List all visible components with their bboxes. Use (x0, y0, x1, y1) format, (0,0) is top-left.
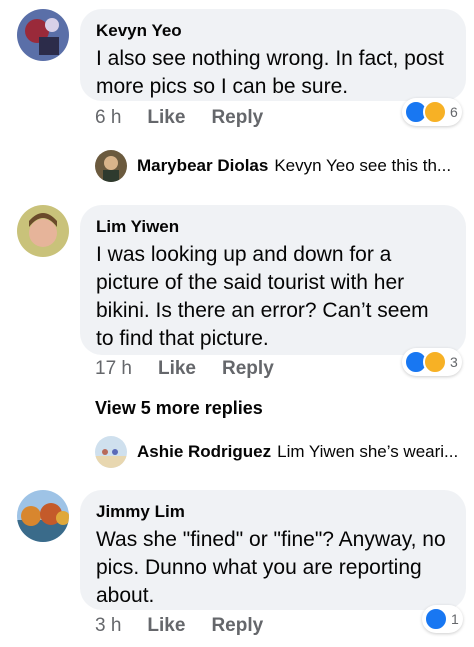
reactions-summary[interactable]: 1 (422, 605, 463, 633)
comment-text: Was she "fined" or "fine"? Anyway, no pi… (96, 528, 446, 607)
comment-actions: 6 h Like Reply (95, 107, 263, 129)
reaction-count: 1 (451, 611, 459, 627)
haha-icon (423, 350, 447, 374)
haha-icon (423, 100, 447, 124)
comment-actions: 3 h Like Reply (95, 615, 263, 637)
reaction-count: 3 (450, 354, 458, 370)
reactions-summary[interactable]: 6 (402, 98, 462, 126)
comment-author[interactable]: Jimmy Lim (96, 502, 448, 522)
reply-preview[interactable]: Ashie Rodriguez Lim Yiwen she’s weari... (95, 436, 458, 468)
reply-author[interactable]: Ashie Rodriguez (137, 442, 271, 462)
comment-text: I was looking up and down for a picture … (96, 243, 429, 350)
comment-bubble: Kevyn Yeo I also see nothing wrong. In f… (80, 9, 466, 101)
avatar-marybear-diolas (95, 150, 127, 182)
reply-text: Lim Yiwen she’s weari... (277, 442, 459, 461)
avatar-jimmy-lim[interactable] (17, 490, 69, 542)
comment-author[interactable]: Kevyn Yeo (96, 21, 448, 41)
reply-button[interactable]: Reply (211, 615, 263, 637)
timestamp[interactable]: 3 h (95, 615, 121, 637)
like-button[interactable]: Like (158, 358, 196, 380)
reply-button[interactable]: Reply (222, 358, 274, 380)
comment-author[interactable]: Lim Yiwen (96, 217, 448, 237)
view-more-replies-link[interactable]: View 5 more replies (95, 398, 263, 419)
reply-preview[interactable]: Marybear Diolas Kevyn Yeo see this th... (95, 150, 451, 182)
like-button[interactable]: Like (147, 615, 185, 637)
timestamp[interactable]: 17 h (95, 358, 132, 380)
avatar-lim-yiwen[interactable] (17, 205, 69, 257)
comment-actions: 17 h Like Reply (95, 358, 274, 380)
like-icon (424, 607, 448, 631)
reaction-count: 6 (450, 104, 458, 120)
avatar-kevyn-yeo[interactable] (17, 9, 69, 61)
reply-text: Kevyn Yeo see this th... (274, 156, 452, 175)
comment-bubble: Lim Yiwen I was looking up and down for … (80, 205, 466, 355)
comment-text: I also see nothing wrong. In fact, post … (96, 47, 444, 98)
avatar-ashie-rodriguez (95, 436, 127, 468)
like-button[interactable]: Like (147, 107, 185, 129)
reactions-summary[interactable]: 3 (402, 348, 462, 376)
reply-button[interactable]: Reply (211, 107, 263, 129)
comment-bubble: Jimmy Lim Was she "fined" or "fine"? Any… (80, 490, 466, 610)
reply-author[interactable]: Marybear Diolas (137, 156, 268, 176)
timestamp[interactable]: 6 h (95, 107, 121, 129)
